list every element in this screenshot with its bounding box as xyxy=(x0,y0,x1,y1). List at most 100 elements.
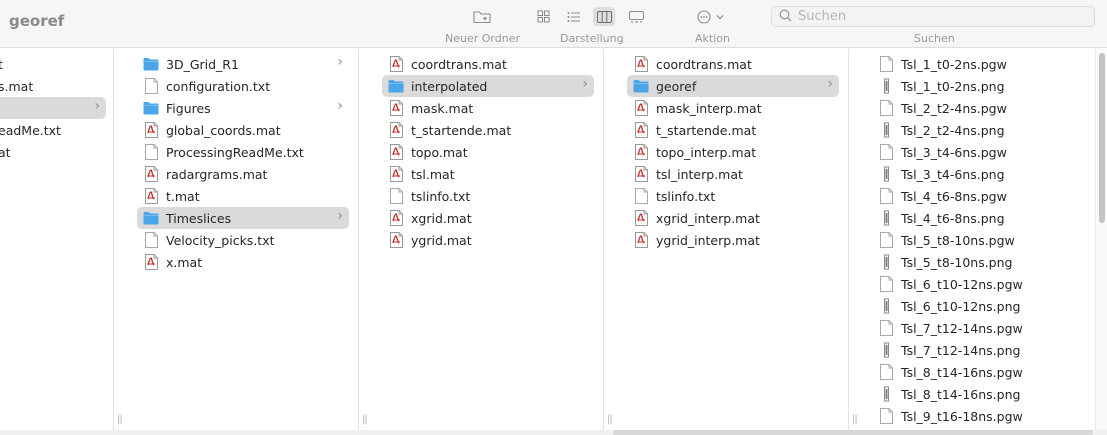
item-name: Tsl_4_t6-8ns.pgw xyxy=(901,188,1007,204)
chevron-right-icon: › xyxy=(94,98,100,114)
file-row[interactable]: Tsl_4_t6-8ns.pgw xyxy=(872,185,1085,207)
file-row[interactable]: ygrid_interp.mat xyxy=(627,229,839,251)
item-name: Tsl_1_t0-2ns.pgw xyxy=(901,56,1007,72)
file-row[interactable]: Tsl_2_t2-4ns.png xyxy=(872,119,1085,141)
folder-icon xyxy=(633,78,649,94)
item-name: t_startende.mat xyxy=(656,122,757,138)
file-row[interactable]: Tsl_5_t8-10ns.png xyxy=(872,251,1085,273)
file-row[interactable]: topo_interp.mat xyxy=(627,141,839,163)
column-interpolated: coordtrans.mat georef › mask_interp.mat t_st… xyxy=(617,49,849,430)
document-icon xyxy=(878,188,894,204)
file-row[interactable]: Tsl_6_t10-12ns.pgw xyxy=(872,273,1085,295)
column-resize-handle[interactable]: || xyxy=(362,414,368,425)
folder-icon xyxy=(143,100,159,116)
file-row[interactable]: global_coords.mat xyxy=(137,119,349,141)
file-row[interactable]: Tsl_5_t8-10ns.pgw xyxy=(872,229,1085,251)
folder-row[interactable]: interpolated › xyxy=(382,75,594,97)
folder-icon xyxy=(143,210,159,226)
file-row[interactable]: ygrid.mat xyxy=(382,229,594,251)
new-folder-button[interactable]: Neuer Ordner xyxy=(445,32,520,45)
file-row[interactable]: mask.mat xyxy=(382,97,594,119)
file-row[interactable]: Velocity_picks.txt xyxy=(137,229,349,251)
file-row[interactable]: xgrid.mat xyxy=(382,207,594,229)
search-field[interactable] xyxy=(771,6,1095,27)
item-name: Tsl_2_t2-4ns.pgw xyxy=(901,100,1007,116)
folder-plus-icon[interactable] xyxy=(472,9,492,25)
file-row[interactable]: ProcessingReadMe.txt xyxy=(137,141,349,163)
file-row[interactable]: t xyxy=(0,53,106,75)
item-name: global_coords.mat xyxy=(166,122,281,138)
file-row[interactable]: xgrid_interp.mat xyxy=(627,207,839,229)
column-resize-handle[interactable]: || xyxy=(852,414,858,425)
item-name: tsl_interp.mat xyxy=(656,166,743,182)
column-view-icon[interactable] xyxy=(593,7,615,26)
file-row[interactable]: Tsl_7_t12-14ns.pgw xyxy=(872,317,1085,339)
file-row[interactable]: tslinfo.txt xyxy=(627,185,839,207)
item-name: ygrid_interp.mat xyxy=(656,232,760,248)
file-row[interactable]: Tsl_1_t0-2ns.pgw xyxy=(872,53,1085,75)
file-row[interactable]: t_startende.mat xyxy=(382,119,594,141)
file-row[interactable]: x.mat xyxy=(137,251,349,273)
vertical-scrollbar[interactable] xyxy=(1095,49,1107,430)
file-row[interactable]: Tsl_3_t4-6ns.png xyxy=(872,163,1085,185)
horizontal-scrollbar[interactable] xyxy=(613,430,1093,435)
ellipsis-circle-icon[interactable] xyxy=(697,9,727,25)
scrollbar-thumb[interactable] xyxy=(1099,53,1105,223)
folder-row[interactable]: Timeslices › xyxy=(137,207,349,229)
item-name: s.mat xyxy=(0,78,34,94)
file-row[interactable]: t.mat xyxy=(137,185,349,207)
folder-row[interactable]: 3D_Grid_R1 › xyxy=(137,53,349,75)
file-row[interactable]: s.mat xyxy=(0,75,106,97)
mat-file-icon xyxy=(388,100,404,116)
item-name: georef xyxy=(656,78,697,94)
mat-file-icon xyxy=(633,210,649,226)
file-row[interactable]: Tsl_9_t16-18ns.pgw xyxy=(872,405,1085,427)
document-icon xyxy=(878,276,894,292)
folder-row[interactable]: georef › xyxy=(627,75,839,97)
mat-file-icon xyxy=(633,166,649,182)
document-icon xyxy=(878,100,894,116)
item-name: xgrid_interp.mat xyxy=(656,210,760,226)
file-row[interactable]: tslinfo.txt xyxy=(382,185,594,207)
file-row[interactable]: Tsl_7_t12-14ns.png xyxy=(872,339,1085,361)
action-button[interactable]: Aktion xyxy=(695,32,730,45)
column-resize-handle[interactable]: || xyxy=(117,414,123,425)
search-input[interactable] xyxy=(796,8,1080,25)
mat-file-icon xyxy=(633,122,649,138)
file-row[interactable]: eadMe.txt xyxy=(0,119,106,141)
file-row[interactable]: mask_interp.mat xyxy=(627,97,839,119)
gallery-view-icon[interactable] xyxy=(625,7,647,26)
item-name: x.mat xyxy=(166,254,203,270)
file-row[interactable]: coordtrans.mat xyxy=(382,53,594,75)
file-row[interactable]: tsl_interp.mat xyxy=(627,163,839,185)
mat-file-icon xyxy=(633,232,649,248)
item-name: Tsl_6_t10-12ns.pgw xyxy=(901,276,1023,292)
folder-row[interactable]: Figures › xyxy=(137,97,349,119)
icon-view-icon[interactable] xyxy=(532,7,554,26)
file-row[interactable]: tsl.mat xyxy=(382,163,594,185)
item-name: mask_interp.mat xyxy=(656,100,762,116)
file-row[interactable]: coordtrans.mat xyxy=(627,53,839,75)
mat-file-icon xyxy=(633,100,649,116)
file-row[interactable]: Tsl_2_t2-4ns.pgw xyxy=(872,97,1085,119)
file-row[interactable]: Tsl_4_t6-8ns.png xyxy=(872,207,1085,229)
folder-row[interactable]: › xyxy=(0,97,106,119)
file-row[interactable]: radargrams.mat xyxy=(137,163,349,185)
item-name: coordtrans.mat xyxy=(656,56,752,72)
file-row[interactable]: Tsl_8_t14-16ns.pgw xyxy=(872,361,1085,383)
list-view-icon[interactable] xyxy=(563,7,585,26)
file-row[interactable]: t_startende.mat xyxy=(627,119,839,141)
file-row[interactable]: configuration.txt xyxy=(137,75,349,97)
item-name: t.mat xyxy=(166,188,200,204)
column-resize-handle[interactable]: || xyxy=(607,414,613,425)
file-row[interactable]: Tsl_8_t14-16ns.png xyxy=(872,383,1085,405)
image-file-icon xyxy=(878,386,894,402)
chevron-right-icon: › xyxy=(337,208,343,224)
file-row[interactable]: at xyxy=(0,141,106,163)
file-row[interactable]: Tsl_3_t4-6ns.pgw xyxy=(872,141,1085,163)
file-row[interactable]: Tsl_1_t0-2ns.png xyxy=(872,75,1085,97)
file-row[interactable]: topo.mat xyxy=(382,141,594,163)
file-row[interactable]: Tsl_6_t10-12ns.png xyxy=(872,295,1085,317)
mat-file-icon xyxy=(633,144,649,160)
mat-file-icon xyxy=(388,56,404,72)
